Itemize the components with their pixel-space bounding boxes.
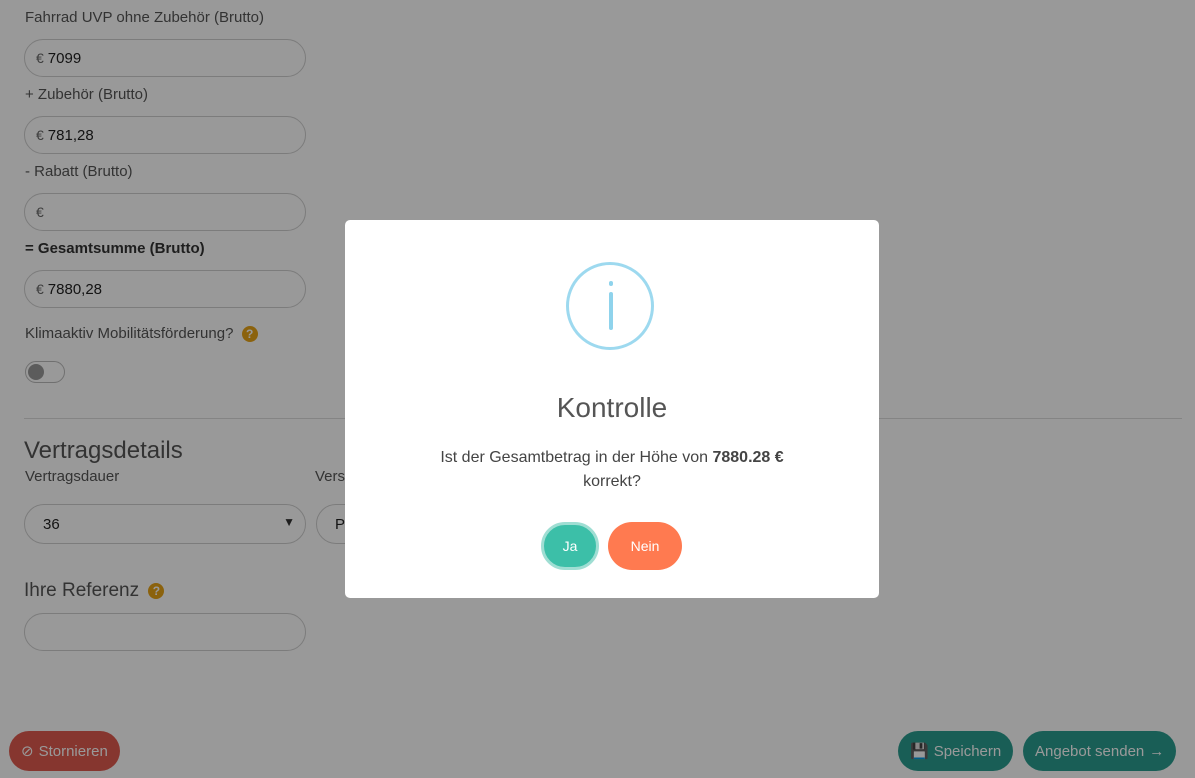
kontrolle-dialog: Kontrolle Ist der Gesamtbetrag in der Hö…	[345, 220, 879, 598]
info-icon-bar	[609, 292, 613, 330]
dialog-text-before: Ist der Gesamtbetrag in der Höhe von	[440, 449, 709, 466]
info-icon	[566, 262, 654, 350]
ja-button[interactable]: Ja	[541, 522, 599, 570]
nein-button[interactable]: Nein	[608, 522, 682, 570]
dialog-message: Ist der Gesamtbetrag in der Höhe von 788…	[405, 446, 819, 494]
dialog-text-after: korrekt?	[583, 473, 641, 490]
dialog-amount: 7880.28 €	[712, 449, 784, 466]
dialog-title: Kontrolle	[556, 392, 668, 423]
info-icon-dot	[609, 281, 613, 286]
